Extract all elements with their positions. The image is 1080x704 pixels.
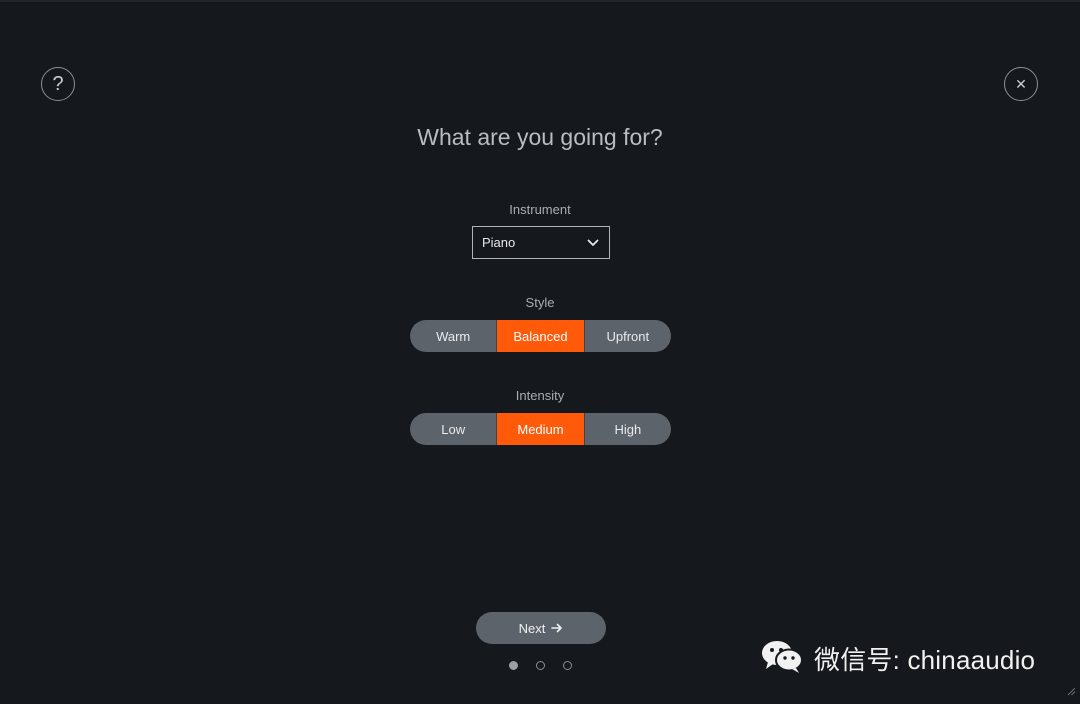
watermark: 微信号: chinaaudio [760,638,1035,678]
intensity-segmented-control: Low Medium High [410,413,671,445]
pagination-dots [509,661,572,670]
watermark-text: 微信号: chinaaudio [814,644,1036,675]
page-dot-1[interactable] [509,661,518,670]
page-dot-3[interactable] [563,661,572,670]
style-option-balanced[interactable]: Balanced [497,320,585,352]
page-dot-2[interactable] [536,661,545,670]
next-button[interactable]: Next [476,612,606,644]
style-option-warm[interactable]: Warm [410,320,498,352]
instrument-dropdown[interactable]: Piano [472,226,610,259]
wechat-logo-icon [760,638,804,679]
assistant-window: ? ✕ What are you going for? Instrument P… [0,0,1080,704]
style-label: Style [525,295,555,310]
intensity-label: Intensity [515,388,565,403]
close-icon: ✕ [1015,75,1027,92]
intensity-option-high[interactable]: High [585,413,671,445]
chevron-down-icon [587,239,599,247]
intensity-option-medium[interactable]: Medium [497,413,585,445]
style-segmented-control: Warm Balanced Upfront [410,320,671,352]
question-mark-icon: ? [52,72,64,95]
arrow-right-icon [551,621,563,636]
resize-grip-icon[interactable] [1066,683,1076,701]
instrument-label: Instrument [509,202,571,217]
close-button[interactable]: ✕ [1004,67,1038,101]
page-title: What are you going for? [417,124,663,150]
intensity-option-low[interactable]: Low [410,413,498,445]
instrument-selected-value: Piano [482,235,516,250]
help-button[interactable]: ? [41,67,75,101]
next-label: Next [518,620,546,636]
style-option-upfront[interactable]: Upfront [585,320,671,352]
